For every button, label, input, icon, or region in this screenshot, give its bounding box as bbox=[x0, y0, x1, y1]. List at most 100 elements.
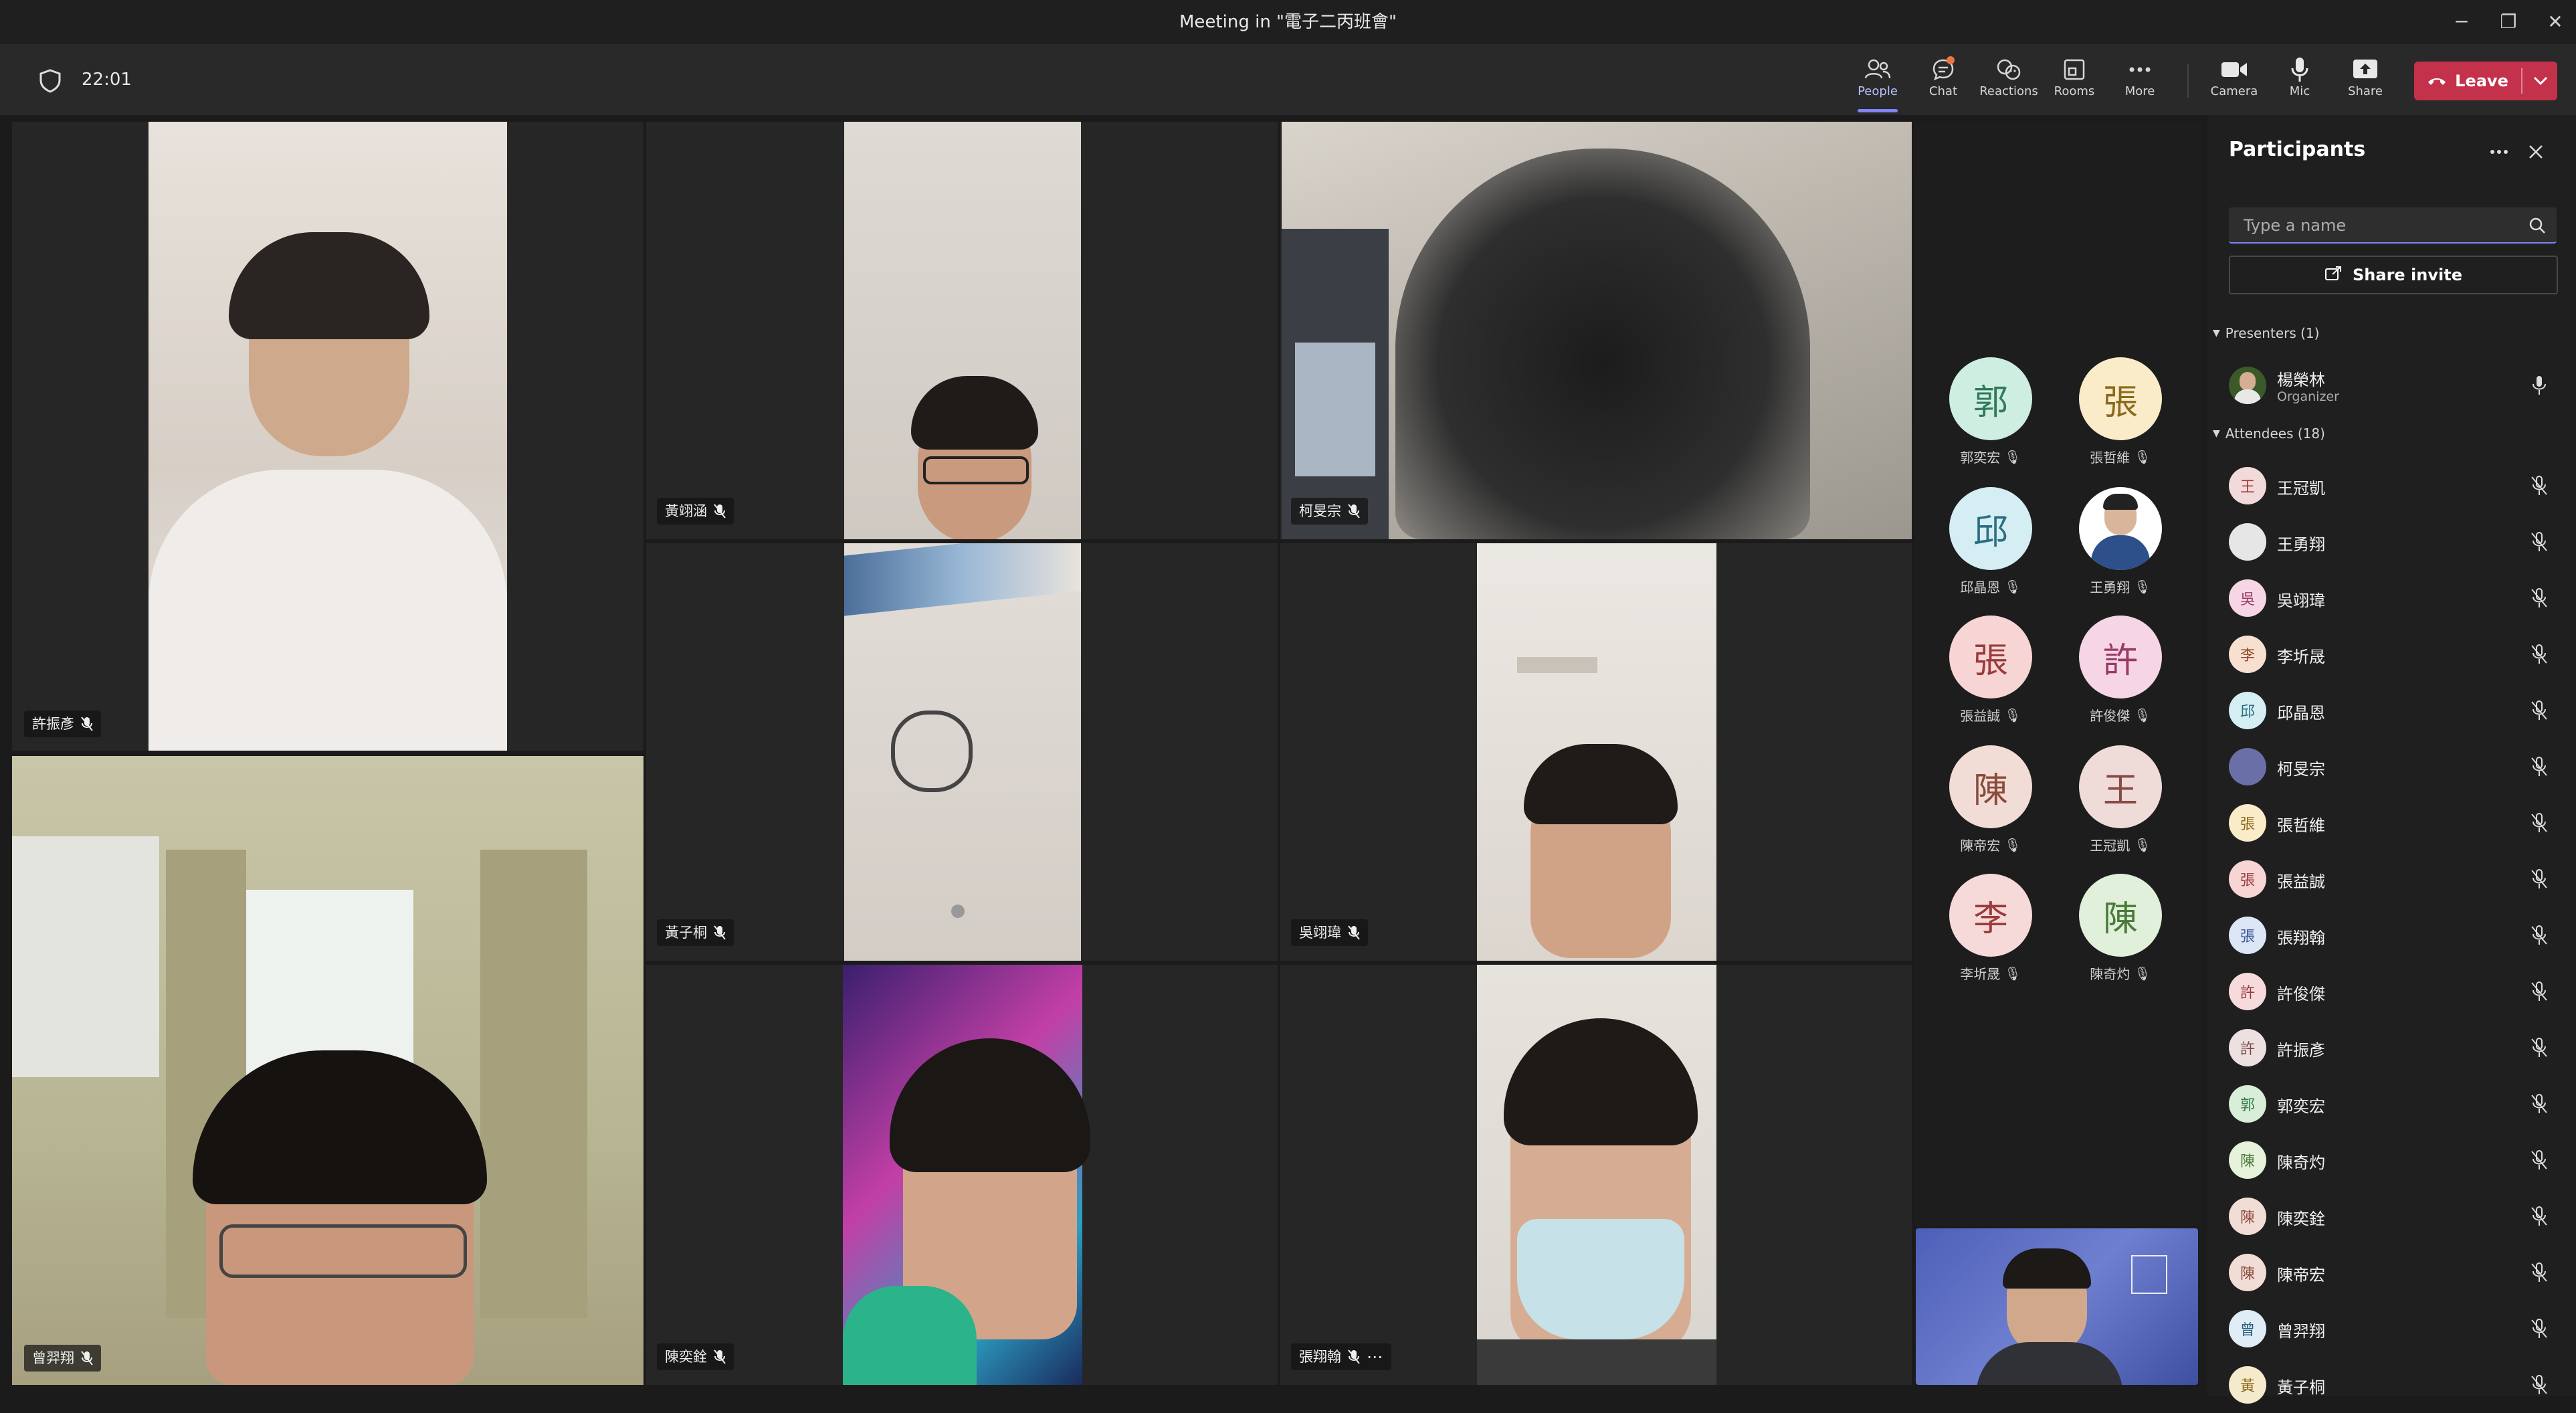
reactions-button[interactable]: Reactions bbox=[1975, 55, 2042, 108]
more-button[interactable]: More bbox=[2106, 55, 2173, 108]
roster-avatar[interactable]: 陳 bbox=[1949, 745, 2032, 828]
chevron-down-icon[interactable] bbox=[2524, 62, 2557, 100]
leave-main[interactable]: Leave bbox=[2414, 62, 2521, 100]
attendee-row[interactable]: 黃黃子桐 bbox=[2229, 1359, 2563, 1413]
video-tile[interactable]: 曾羿翔 bbox=[12, 756, 643, 1385]
attendee-row[interactable]: 王勇翔 bbox=[2229, 516, 2563, 570]
rooms-button[interactable]: Rooms bbox=[2041, 55, 2108, 108]
presenter-row[interactable]: 楊榮林 Organizer bbox=[2229, 360, 2563, 413]
attendee-row[interactable]: 曾曾羿翔 bbox=[2229, 1303, 2563, 1357]
reactions-label: Reactions bbox=[1979, 84, 2038, 98]
close-icon[interactable] bbox=[2526, 142, 2546, 162]
roster-name-text: 陳奇灼 bbox=[2090, 966, 2131, 982]
roster-avatar[interactable]: 李 bbox=[1949, 874, 2032, 957]
presenters-header-text: Presenters (1) bbox=[2225, 325, 2320, 341]
maximize-button[interactable]: ❐ bbox=[2485, 0, 2532, 44]
attendee-row[interactable]: 許許俊傑 bbox=[2229, 966, 2563, 1020]
roster-avatar[interactable]: 郭 bbox=[1949, 357, 2032, 440]
attendee-row[interactable]: 李李圻晟 bbox=[2229, 629, 2563, 682]
attendee-name: 王勇翔 bbox=[2277, 535, 2325, 554]
attendee-row[interactable]: 張張翔翰 bbox=[2229, 910, 2563, 963]
self-preview-video[interactable] bbox=[1916, 1228, 2198, 1385]
roster-avatar[interactable]: 張 bbox=[2079, 357, 2162, 440]
roster-name-text: 王冠凱 bbox=[2090, 838, 2131, 854]
roster-avatar[interactable] bbox=[2079, 487, 2162, 570]
video-tile[interactable]: 張翔翰 ⋯ bbox=[1280, 965, 1912, 1385]
video-feed bbox=[843, 965, 1090, 1385]
attendee-row[interactable]: 陳陳奇灼 bbox=[2229, 1135, 2563, 1188]
mic-off-icon bbox=[714, 504, 726, 519]
close-window-button[interactable]: ✕ bbox=[2532, 0, 2576, 44]
video-tile[interactable]: 吳翊瑋 bbox=[1280, 543, 1912, 961]
avatar bbox=[2229, 523, 2266, 561]
participant-name-tag: 黃翊涵 bbox=[657, 498, 734, 525]
people-button[interactable]: People bbox=[1844, 55, 1911, 108]
participant-name: 許振彥 bbox=[32, 716, 74, 732]
attendees-section-header[interactable]: ▼ Attendees (18) bbox=[2213, 426, 2325, 442]
attendee-row[interactable]: 陳陳奕銓 bbox=[2229, 1191, 2563, 1244]
mic-off-icon bbox=[2530, 1318, 2549, 1339]
video-feed bbox=[1282, 122, 1912, 539]
attendee-row[interactable]: 邱邱晶恩 bbox=[2229, 685, 2563, 739]
minimize-button[interactable]: ─ bbox=[2438, 0, 2485, 44]
share-invite-button[interactable]: Share invite bbox=[2229, 256, 2558, 294]
attendee-row[interactable]: 吳吳翊瑋 bbox=[2229, 573, 2563, 626]
avatar: 陳 bbox=[1949, 745, 2032, 828]
mic-off-icon bbox=[2530, 1149, 2549, 1171]
mic-off-icon bbox=[81, 1351, 93, 1365]
search-input[interactable] bbox=[2242, 207, 2512, 244]
roster-name-text: 郭奕宏 bbox=[1960, 450, 2001, 466]
attendee-row[interactable]: 王王冠凱 bbox=[2229, 460, 2563, 514]
meeting-timer: 22:01 bbox=[82, 70, 132, 90]
mic-button[interactable]: Mic bbox=[2266, 55, 2333, 108]
attendee-row[interactable]: 陳陳帝宏 bbox=[2229, 1247, 2563, 1301]
avatar: 張 bbox=[2229, 804, 2266, 842]
roster-avatar[interactable]: 張 bbox=[1949, 616, 2032, 698]
roster-avatar[interactable]: 王 bbox=[2079, 745, 2162, 828]
roster-name: 陳帝宏 🎙 bbox=[1934, 835, 2048, 854]
chat-icon bbox=[1910, 55, 1977, 84]
people-icon bbox=[1844, 55, 1911, 84]
participant-name-tag: 許振彥 bbox=[24, 711, 101, 737]
roster-avatar[interactable]: 陳 bbox=[2079, 874, 2162, 957]
shield-icon[interactable] bbox=[39, 69, 62, 93]
camera-label: Camera bbox=[2210, 84, 2258, 98]
participant-name-tag: 吳翊瑋 bbox=[1291, 919, 1368, 946]
avatar: 陳 bbox=[2229, 1141, 2266, 1179]
more-options-icon[interactable]: ⋯ bbox=[1367, 1343, 1383, 1370]
roster-avatar[interactable]: 邱 bbox=[1949, 487, 2032, 570]
avatar: 郭 bbox=[1949, 357, 2032, 440]
avatar: 許 bbox=[2229, 1029, 2266, 1066]
leave-button[interactable]: Leave bbox=[2414, 62, 2557, 100]
participant-name: 張翔翰 bbox=[1299, 1349, 1341, 1365]
participant-name: 陳奕銓 bbox=[665, 1349, 707, 1365]
participant-search[interactable] bbox=[2229, 207, 2557, 244]
mic-off-icon bbox=[2530, 700, 2549, 721]
video-tile[interactable]: 陳奕銓 bbox=[646, 965, 1278, 1385]
window-title: Meeting in "電子二丙班會" bbox=[1179, 12, 1397, 32]
chat-button[interactable]: Chat bbox=[1910, 55, 1977, 108]
video-tile[interactable]: 許振彥 bbox=[12, 122, 643, 751]
toolbar-divider bbox=[2187, 64, 2189, 98]
attendee-row[interactable]: 張張益誠 bbox=[2229, 854, 2563, 907]
search-icon bbox=[2529, 217, 2546, 234]
mic-off-icon bbox=[2530, 587, 2549, 609]
video-tile[interactable]: 黃子桐 bbox=[646, 543, 1278, 961]
share-invite-label: Share invite bbox=[2353, 266, 2462, 284]
video-tile[interactable]: 柯旻宗 bbox=[1280, 122, 1912, 539]
presenters-section-header[interactable]: ▼ Presenters (1) bbox=[2213, 325, 2319, 341]
mic-off-icon: 🎙 bbox=[2134, 706, 2151, 723]
mic-off-icon bbox=[2530, 1206, 2549, 1227]
attendee-name: 張益誠 bbox=[2277, 872, 2325, 891]
attendee-row[interactable]: 張張哲維 bbox=[2229, 797, 2563, 851]
roster-avatar[interactable]: 許 bbox=[2079, 616, 2162, 698]
camera-button[interactable]: Camera bbox=[2201, 55, 2268, 108]
attendee-row[interactable]: 柯旻宗 bbox=[2229, 741, 2563, 795]
attendee-row[interactable]: 許許振彥 bbox=[2229, 1022, 2563, 1076]
attendee-row[interactable]: 郭郭奕宏 bbox=[2229, 1078, 2563, 1132]
video-tile[interactable]: 黃翊涵 bbox=[646, 122, 1278, 539]
share-button[interactable]: Share bbox=[2332, 55, 2399, 108]
more-options-icon[interactable] bbox=[2486, 142, 2512, 162]
video-feed bbox=[844, 543, 1081, 961]
avatar: 李 bbox=[1949, 874, 2032, 957]
